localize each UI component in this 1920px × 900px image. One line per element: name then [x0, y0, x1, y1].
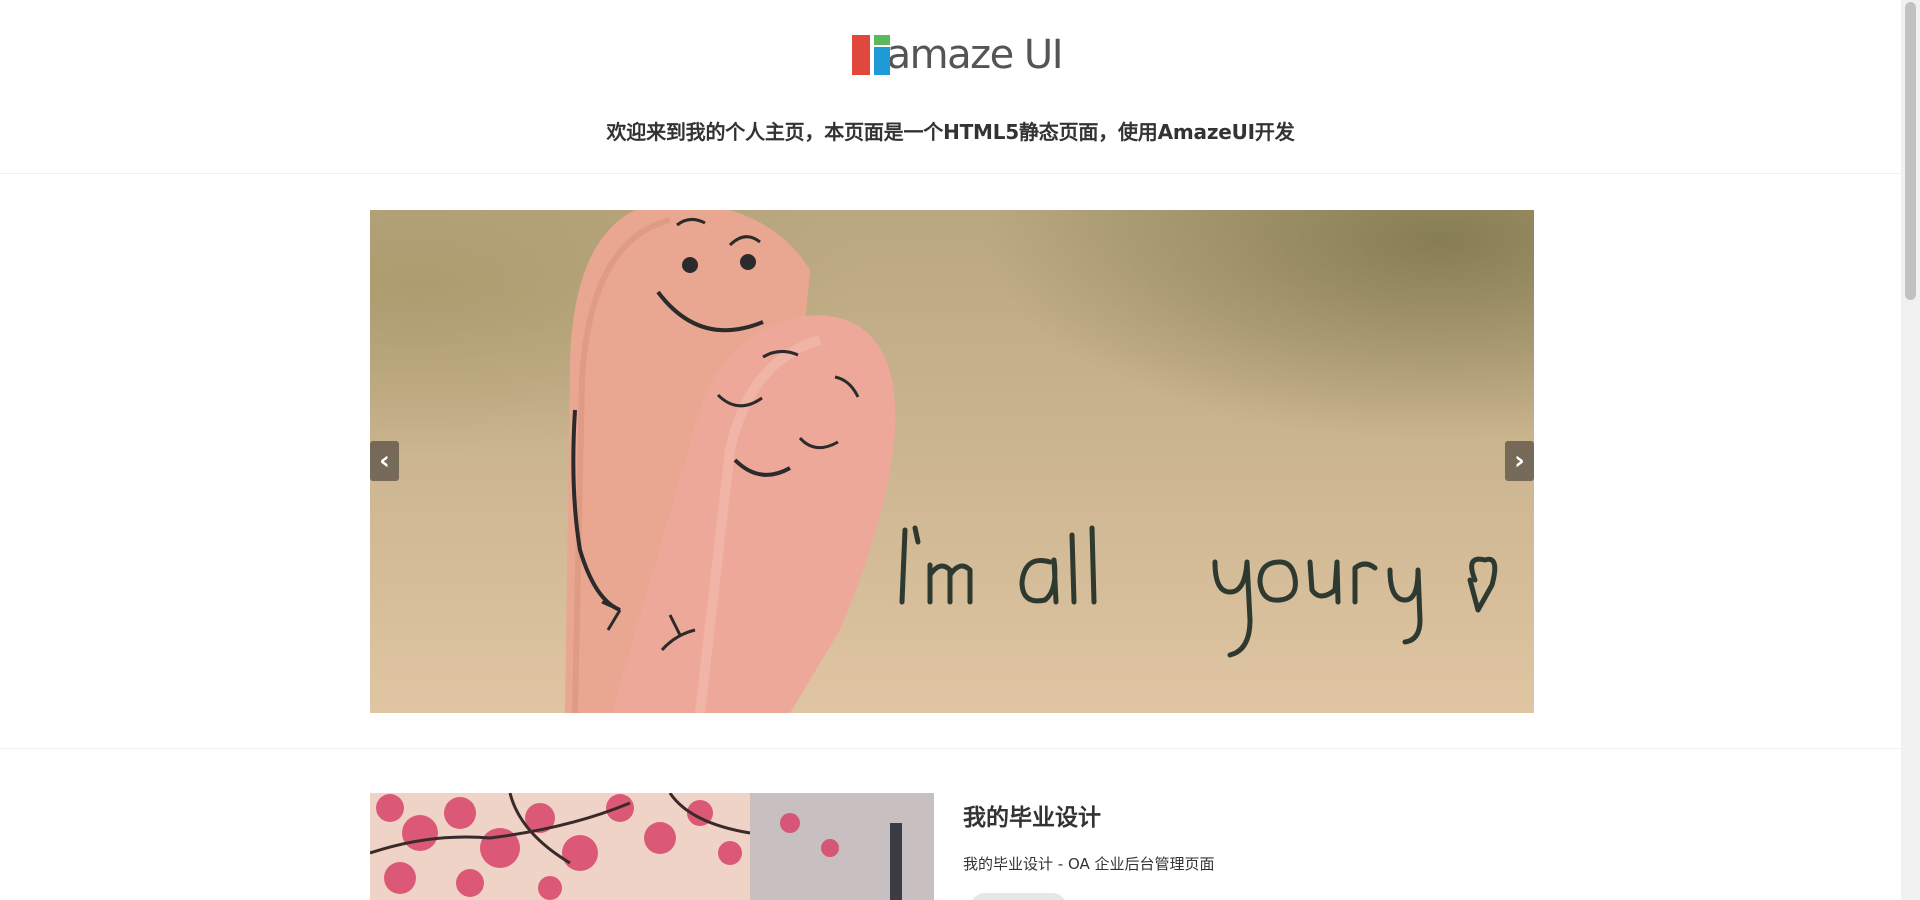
slider-next-button[interactable]: › [1505, 441, 1534, 481]
site-header: amaze UI 欢迎来到我的个人主页，本页面是一个HTML5静态页面，使用Am… [0, 0, 1901, 174]
vertical-scrollbar[interactable] [1901, 0, 1920, 900]
project-thumbnail[interactable] [370, 793, 934, 900]
chevron-left-icon: ‹ [379, 446, 390, 476]
amaze-ui-logo[interactable]: amaze UI [852, 32, 1064, 78]
project-description: 我的毕业设计 - OA 企业后台管理页面 [963, 855, 1215, 873]
chevron-right-icon: › [1514, 446, 1525, 476]
logo-text: amaze UI [886, 32, 1064, 78]
image-slider[interactable] [370, 210, 1534, 713]
project-button[interactable] [970, 893, 1067, 900]
project-title: 我的毕业设计 [963, 805, 1101, 831]
section-divider [0, 748, 1901, 749]
logo-mark-icon [852, 35, 890, 75]
slide-image [370, 210, 1534, 713]
page: amaze UI 欢迎来到我的个人主页，本页面是一个HTML5静态页面，使用Am… [0, 0, 1901, 900]
scrollbar-thumb[interactable] [1905, 2, 1916, 300]
slider-prev-button[interactable]: ‹ [370, 441, 399, 481]
welcome-heading: 欢迎来到我的个人主页，本页面是一个HTML5静态页面，使用AmazeUI开发 [606, 120, 1295, 144]
